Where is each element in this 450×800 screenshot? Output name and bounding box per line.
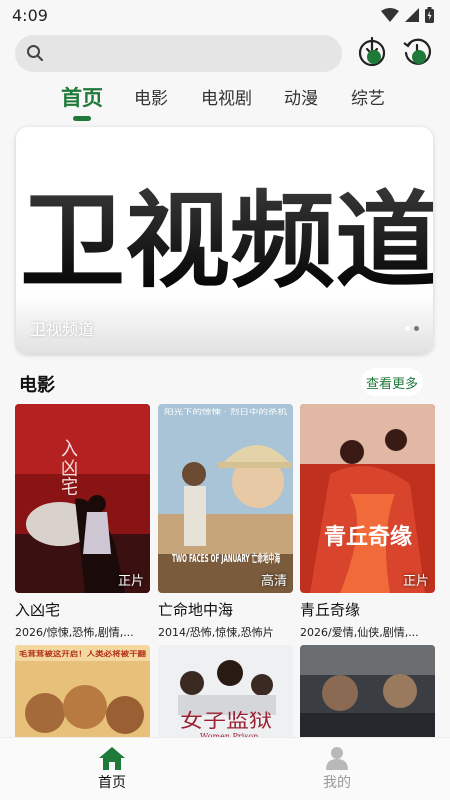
nav-home-label: 首页 (98, 775, 126, 791)
pager-dot (405, 326, 410, 331)
movie-meta: 2014/恐怖,惊悚,恐怖片 (158, 626, 274, 639)
tab-tv-series[interactable]: 电视剧 (201, 84, 252, 109)
poster-title: 青丘奇缘 (324, 524, 412, 550)
tab-movies[interactable]: 电影 (134, 84, 168, 109)
movie-title: 入凶宅 (15, 601, 61, 619)
quality-badge: 正片 (402, 574, 429, 589)
wifi-icon (381, 8, 399, 22)
poster-title: 毛茸茸被这开启！人类必将被干翻 (19, 649, 146, 658)
battery-icon (425, 7, 434, 23)
movie-meta: 2026/爱情,仙侠,剧情,... (300, 626, 419, 639)
banner-pager (405, 326, 419, 331)
tab-anime[interactable]: 动漫 (284, 84, 318, 109)
tab-variety[interactable]: 综艺 (351, 84, 385, 109)
bottom-navigation: 首页 我的 (0, 737, 450, 800)
movie-card[interactable]: 青丘奇缘 正片 青丘奇缘 2026/爱情,仙侠,剧情,... (300, 404, 435, 640)
banner-caption: 卫视频道 (30, 320, 95, 339)
history-button[interactable] (401, 36, 433, 68)
section-title: 电影 (19, 375, 55, 396)
movie-poster-partial[interactable] (300, 645, 435, 741)
search-row (15, 34, 435, 72)
view-more-button[interactable]: 查看更多 (361, 368, 423, 396)
poster-title: 女子监狱 (180, 710, 272, 732)
category-tabs: 首页 电影 电视剧 动漫 综艺 (0, 82, 450, 121)
active-tab-indicator (73, 116, 91, 121)
movie-poster: 入凶宅 正片 (15, 404, 150, 593)
tab-home[interactable]: 首页 (61, 82, 103, 112)
movie-card[interactable]: 入凶宅 正片 入凶宅 2026/惊悚,恐怖,剧情,... (15, 404, 150, 640)
status-time: 4:09 (12, 5, 48, 25)
movie-title: 青丘奇缘 (300, 601, 361, 619)
download-button[interactable] (356, 36, 388, 68)
movie-card[interactable]: 阳光下的惊悚 · 烈日中的杀机 TWO FACES OF JANUARY 亡命地… (158, 404, 293, 640)
user-icon (326, 747, 348, 770)
nav-profile[interactable]: 我的 (307, 746, 367, 792)
movie-poster: 青丘奇缘 正片 (300, 404, 435, 593)
download-icon (358, 36, 386, 67)
signal-icon (405, 8, 419, 22)
pager-dot-active (414, 326, 419, 331)
nav-home[interactable]: 首页 (82, 746, 142, 792)
poster-title: TWO FACES OF JANUARY 亡命地中海 (172, 551, 280, 565)
movie-poster-partial[interactable]: 毛茸茸被这开启！人类必将被干翻 (15, 645, 150, 741)
search-box[interactable] (15, 34, 342, 72)
home-icon (99, 747, 125, 770)
nav-profile-label: 我的 (323, 775, 351, 791)
banner-headline: 卫视频道 (20, 180, 433, 295)
quality-badge: 高清 (260, 574, 287, 589)
poster-title: 入凶宅 (57, 438, 78, 496)
movie-title: 亡命地中海 (158, 601, 234, 619)
movie-poster-partial[interactable]: 女子监狱 Women Prison (158, 645, 293, 741)
banner-image: 卫视频道 (20, 180, 433, 295)
status-bar: 4:09 (0, 0, 450, 30)
quality-badge: 正片 (117, 574, 144, 589)
poster-caption: 阳光下的惊悚 · 烈日中的杀机 (164, 407, 287, 416)
history-icon (403, 38, 432, 65)
movie-poster: 阳光下的惊悚 · 烈日中的杀机 TWO FACES OF JANUARY 亡命地… (158, 404, 293, 593)
banner-carousel[interactable]: 卫视频道 卫视频道 (16, 127, 433, 354)
search-icon (27, 45, 44, 62)
status-icons (381, 7, 434, 23)
movie-meta: 2026/惊悚,恐怖,剧情,... (15, 626, 134, 639)
search-input[interactable] (52, 44, 322, 62)
